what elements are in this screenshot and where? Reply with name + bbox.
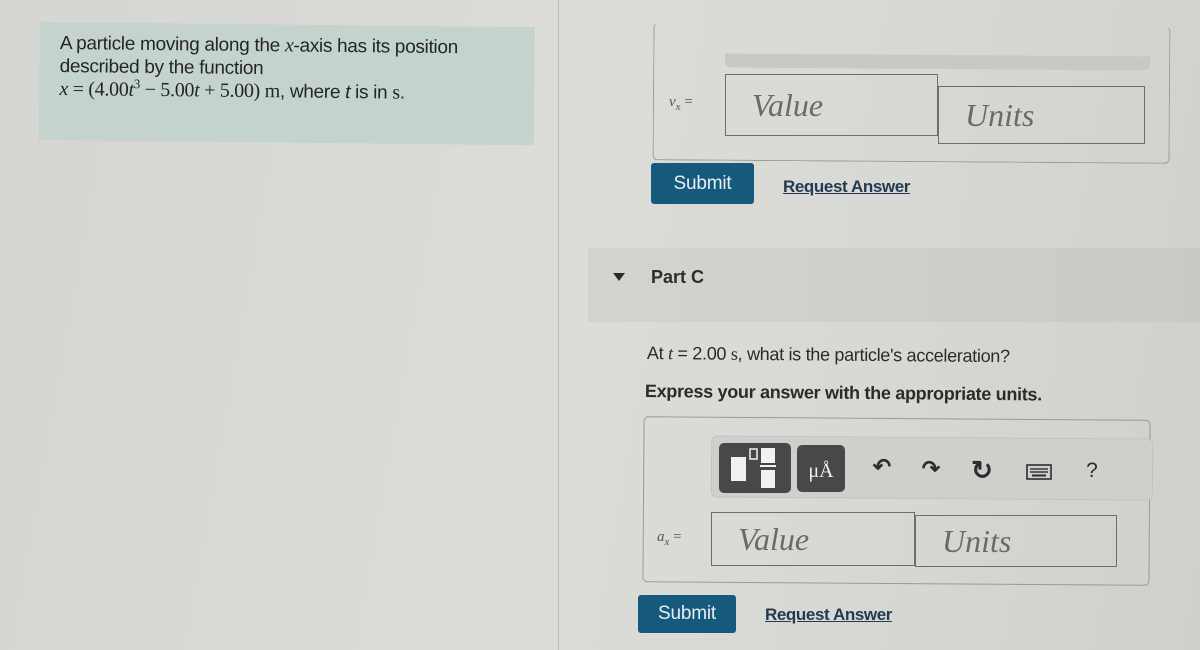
part-c-request-answer-link[interactable]: Request Answer: [765, 605, 892, 625]
part-c-title: Part C: [651, 267, 705, 287]
collapse-caret-icon[interactable]: [613, 273, 625, 281]
part-b-request-answer-link[interactable]: Request Answer: [783, 177, 910, 197]
units-button[interactable]: μÅ: [797, 445, 845, 492]
part-b-variable-label: vx =: [669, 94, 693, 113]
templates-button[interactable]: [719, 443, 791, 493]
undo-icon[interactable]: ↶: [867, 452, 897, 482]
column-divider: [558, 0, 559, 650]
keyboard-button[interactable]: [1024, 461, 1054, 483]
part-c-question: At t = 2.00 s, what is the particle's ac…: [646, 343, 1010, 367]
redo-icon[interactable]: ↷: [916, 454, 946, 484]
part-c-variable-label: ax =: [657, 529, 682, 548]
part-b-units-input[interactable]: Units: [938, 86, 1145, 144]
part-b-value-input[interactable]: Value: [725, 74, 938, 136]
reset-icon[interactable]: ↻: [966, 455, 998, 485]
keyboard-icon: [1026, 464, 1052, 480]
part-c-value-input[interactable]: Value: [711, 512, 915, 566]
part-c-units-input[interactable]: Units: [915, 515, 1117, 567]
fraction-template-icon: [731, 448, 776, 488]
part-b-submit-button[interactable]: Submit: [651, 163, 754, 204]
part-c-submit-button[interactable]: Submit: [638, 595, 736, 633]
problem-intro-text: A particle moving along the x-axis has i…: [59, 32, 530, 106]
help-icon[interactable]: ?: [1080, 456, 1104, 486]
position-equation: x = (4.00t3 − 5.00t + 5.00) m, where t i…: [59, 76, 405, 104]
part-c-instruction: Express your answer with the appropriate…: [644, 381, 1043, 405]
